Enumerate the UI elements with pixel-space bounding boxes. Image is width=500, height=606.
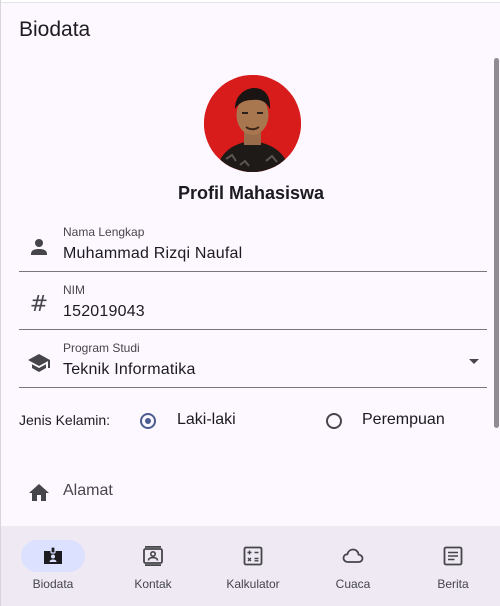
- nav-item-kalkulator[interactable]: Kalkulator: [203, 526, 303, 606]
- nav-label-cuaca: Cuaca: [335, 577, 371, 591]
- name-field[interactable]: Nama Lengkap Muhammad Rizqi Naufal: [19, 215, 487, 272]
- address-field[interactable]: Alamat: [19, 478, 487, 506]
- nav-label-kalkulator: Kalkulator: [226, 577, 280, 591]
- article-icon: [441, 544, 465, 568]
- nav-item-kontak[interactable]: Kontak: [103, 526, 203, 606]
- avatar-photo: [204, 75, 301, 172]
- nim-field-label: NIM: [63, 283, 85, 297]
- name-field-label: Nama Lengkap: [63, 225, 145, 239]
- name-field-value[interactable]: Muhammad Rizqi Naufal: [63, 245, 242, 263]
- avatar: [204, 75, 301, 172]
- dropdown-arrow-icon[interactable]: [469, 359, 479, 364]
- nav-label-biodata: Biodata: [32, 577, 74, 591]
- scrollbar[interactable]: [494, 58, 499, 428]
- nav-item-berita[interactable]: Berita: [403, 526, 500, 606]
- profile-heading: Profil Mahasiswa: [177, 183, 325, 203]
- cloud-icon: [341, 544, 365, 568]
- hash-icon: #: [29, 292, 49, 317]
- nav-label-kontak: Kontak: [134, 577, 172, 591]
- person-icon: [27, 235, 51, 259]
- app-window: Biodata Profil Mahasiswa Nama Lengkap Mu…: [0, 0, 500, 606]
- nim-field-value[interactable]: 152019043: [63, 303, 145, 321]
- home-icon: [27, 481, 51, 505]
- nav-label-berita: Berita: [437, 577, 469, 591]
- address-placeholder[interactable]: Alamat: [63, 482, 113, 500]
- contact-icon: [141, 544, 165, 568]
- nav-item-biodata[interactable]: Biodata: [3, 526, 103, 606]
- calculator-icon: [241, 544, 265, 568]
- school-icon: [27, 351, 51, 375]
- gender-label: Jenis Kelamin:: [19, 412, 111, 428]
- radio-perempuan[interactable]: [326, 413, 342, 429]
- nav-item-cuaca[interactable]: Cuaca: [303, 526, 403, 606]
- badge-icon: [41, 544, 65, 568]
- radio-label-laki-laki[interactable]: Laki-laki: [177, 411, 236, 429]
- program-field-value[interactable]: Teknik Informatika: [63, 361, 196, 379]
- radio-label-perempuan[interactable]: Perempuan: [362, 411, 445, 429]
- bottom-navigation: Biodata Kontak Kalkulator Cuaca Berita: [1, 526, 500, 606]
- status-divider: [1, 0, 500, 3]
- program-field-label: Program Studi: [63, 341, 140, 355]
- nim-field[interactable]: # NIM 152019043: [19, 273, 487, 330]
- radio-laki-laki[interactable]: [140, 413, 156, 429]
- program-dropdown[interactable]: Program Studi Teknik Informatika: [19, 331, 487, 388]
- page-title: Biodata: [19, 18, 91, 41]
